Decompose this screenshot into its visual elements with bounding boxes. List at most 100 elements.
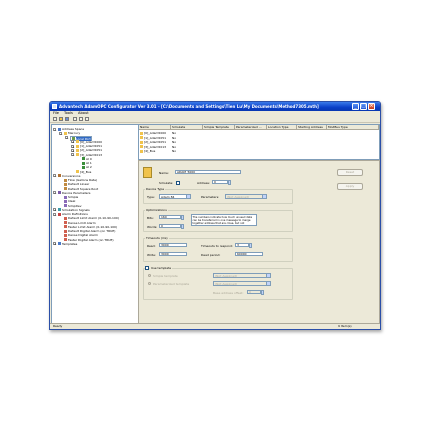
column-parameterized[interactable]: Parameterized ... <box>235 125 267 130</box>
address-spinner[interactable] <box>228 180 231 185</box>
title-bar[interactable]: Advantech AdamOPC Configurator Ver 3.01 … <box>50 102 380 111</box>
device-icon <box>76 170 79 173</box>
open-folder-icon[interactable] <box>59 117 63 121</box>
tree-expander[interactable]: − <box>59 131 63 135</box>
bits-input[interactable]: 160 <box>159 215 181 219</box>
parameter-icon <box>64 195 67 199</box>
optimizations-note: The numbers indicate how much unused dat… <box>191 214 257 226</box>
simulation-icon <box>58 208 61 212</box>
tag-icon <box>82 165 85 169</box>
tree-expander[interactable]: + <box>53 242 57 246</box>
delete-icon[interactable] <box>79 117 83 121</box>
tree-expander[interactable]: − <box>53 212 57 216</box>
words-label: Words: <box>147 225 158 229</box>
simple-template-value: (Not Assigned) <box>215 274 238 278</box>
list-row[interactable]: [1]_Adam5051 No <box>139 136 379 140</box>
list-row[interactable]: [3]_Adam5013 No <box>139 145 379 149</box>
parameters-select[interactable]: (Not Assigned) <box>225 194 267 199</box>
new-file-icon[interactable] <box>53 117 57 121</box>
words-spinner[interactable] <box>181 224 184 229</box>
tree-expander[interactable]: + <box>71 148 75 152</box>
window-title: Advantech AdamOPC Configurator Ver 3.01 … <box>59 104 319 109</box>
words-input[interactable]: 0 <box>159 224 181 228</box>
tree-expander[interactable]: − <box>71 153 75 157</box>
templates-icon <box>58 242 61 246</box>
device-icon <box>76 148 79 152</box>
list-cell-simulate: No <box>172 131 177 135</box>
device-type-group-label: Device Type <box>145 187 166 191</box>
simulate-label: Simulate: <box>159 181 174 185</box>
close-button[interactable]: × <box>368 103 375 110</box>
add-icon[interactable] <box>73 117 77 121</box>
parameterized-template-select[interactable]: (Not Assigned) <box>213 281 271 286</box>
list-cell-name: [1]_Adam5051 <box>144 135 167 140</box>
simple-template-select[interactable]: (Not Assigned) <box>213 273 271 278</box>
device-icon <box>140 149 143 153</box>
list-cell-name: [4]_Bus <box>144 149 156 153</box>
column-simple-template[interactable]: Simple Template <box>203 125 235 130</box>
chevron-down-icon <box>266 282 270 285</box>
parameterized-template-radio[interactable] <box>148 282 151 285</box>
conversion-icon <box>64 178 67 182</box>
alarm-item-icon <box>64 221 67 224</box>
column-location-type[interactable]: Location Type <box>267 125 297 130</box>
address-input[interactable]: 0 <box>212 180 228 184</box>
timeouts-respond-label: Timeouts to respond: <box>201 244 233 248</box>
tree-node-label: Templates <box>62 241 78 246</box>
tree-expander[interactable]: + <box>53 208 57 212</box>
minimize-button[interactable]: _ <box>352 103 359 110</box>
name-label: Name: <box>159 171 169 175</box>
column-name[interactable]: Name <box>139 125 171 130</box>
tree-expander[interactable]: − <box>53 191 57 195</box>
reset-button[interactable]: Reset <box>337 169 363 176</box>
save-icon[interactable] <box>65 117 69 121</box>
chevron-down-icon <box>262 195 266 198</box>
maximize-button[interactable]: □ <box>360 103 367 110</box>
write-input[interactable]: 3000 <box>159 252 187 256</box>
type-select[interactable]: Adam 84 <box>159 194 191 199</box>
tree-expander[interactable]: + <box>71 144 75 148</box>
parameter-icon <box>64 199 67 203</box>
list-row[interactable]: [4]_Bus No <box>139 149 379 153</box>
tree-expander[interactable]: − <box>65 136 69 140</box>
item-list[interactable]: Name Simulate Simple Template Parameteri… <box>138 124 380 160</box>
properties-icon[interactable] <box>85 117 89 121</box>
base-address-input[interactable]: 0 <box>247 290 261 294</box>
device-icon <box>140 145 143 148</box>
column-starting-address[interactable]: Starting Address <box>297 125 327 130</box>
simple-template-radio[interactable] <box>148 274 151 277</box>
read-label: Read: <box>147 244 156 248</box>
use-template-checkbox[interactable] <box>145 266 149 270</box>
device-icon <box>76 153 79 156</box>
list-row[interactable]: [2]_Adam5051 No <box>139 140 379 144</box>
parameter-icon <box>64 204 67 207</box>
tree-node[interactable]: Templates <box>58 242 77 246</box>
tree-expander[interactable]: − <box>53 174 57 178</box>
list-row[interactable]: [0]_Adam5000 No <box>139 131 379 135</box>
read-input[interactable]: 3000 <box>159 243 187 247</box>
bits-label: Bits: <box>147 216 154 220</box>
base-address-spinner[interactable] <box>261 290 264 295</box>
address-space-tree[interactable]: − Address Space − Mercury − Local Port + [0]_Ad… <box>51 124 139 324</box>
tree-expander[interactable]: − <box>53 127 57 131</box>
name-input[interactable]: ADAM_5000 <box>175 170 241 174</box>
dead-period-input[interactable]: 60000 <box>235 252 263 256</box>
list-cell-simulate: No <box>172 135 177 140</box>
bits-spinner[interactable] <box>181 215 184 220</box>
menu-tools[interactable]: Tools <box>64 111 73 115</box>
tree-expander[interactable]: + <box>71 140 75 144</box>
timeouts-group <box>143 238 293 262</box>
timeouts-respond-spinner[interactable] <box>249 243 252 248</box>
alarm-item-icon <box>64 229 67 233</box>
timeouts-respond-input[interactable]: 3 <box>235 243 249 247</box>
write-label: Write: <box>147 253 156 257</box>
column-modbus-type[interactable]: ModBus Type <box>327 125 379 130</box>
menu-about[interactable]: About <box>78 111 89 115</box>
simulate-checkbox[interactable] <box>176 181 180 185</box>
alarm-item-icon <box>64 216 67 220</box>
list-cell-simulate: No <box>172 140 177 144</box>
column-simulate[interactable]: Simulate <box>171 125 203 130</box>
apply-button[interactable]: Apply <box>337 183 363 190</box>
folder-icon <box>64 131 67 135</box>
menu-file[interactable]: File <box>53 111 59 115</box>
